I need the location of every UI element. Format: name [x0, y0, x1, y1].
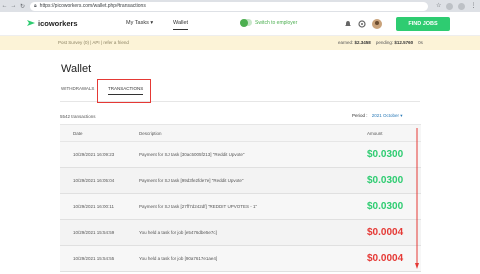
period-selector[interactable]: Period : 2021 October ▾ [352, 113, 403, 119]
url-text: https://picoworkers.com/wallet.php#trans… [39, 3, 146, 9]
find-jobs-button[interactable]: FIND JOBS [396, 17, 450, 31]
app-header: icoworkers My Tasks ▾ Wallet Switch to e… [0, 12, 480, 36]
row-description: You held a task for job [e5476dbe5e7c] [139, 230, 217, 235]
row-date: 10/29/2021 16:05:04 [73, 178, 115, 183]
transactions-table: Date Description Amount 10/29/2021 16:09… [60, 124, 421, 272]
bell-icon[interactable] [344, 20, 352, 28]
row-date: 10/29/2021 15:54:59 [73, 230, 115, 235]
row-amount: $0.0300 [367, 201, 404, 212]
table-row: 10/29/2021 15:54:59 You held a task for j… [60, 220, 421, 246]
page-title: Wallet [61, 63, 92, 75]
table-row: 10/29/2021 15:54:55 You held a task for j… [60, 246, 421, 272]
reload-icon[interactable]: ↻ [18, 2, 27, 11]
row-date: 10/29/2021 16:00:11 [73, 204, 114, 209]
header-amount: Amount [367, 131, 383, 136]
info-links[interactable]: Post Survey (0) | API | refer a friend [58, 40, 129, 45]
row-description: You held a task for job [90a7617e1ae4] [139, 256, 218, 261]
info-bar: Post Survey (0) | API | refer a friend e… [0, 36, 480, 50]
row-date: 10/29/2021 16:09:23 [73, 152, 115, 157]
logo-icon [27, 20, 35, 26]
forward-icon[interactable]: → [9, 2, 18, 11]
table-header: Date Description Amount [60, 124, 421, 142]
table-row: 10/29/2021 16:00:11 Payment for SJ task [… [60, 194, 421, 220]
row-description: Payment for SJ task [99d3fe2fde7e] "Redd… [139, 178, 244, 183]
settings-icon[interactable] [358, 20, 366, 28]
earned-label: earned: [338, 40, 354, 45]
row-amount: $0.0300 [367, 175, 404, 186]
menu-dots-icon[interactable]: ⋮ [470, 3, 476, 10]
toggle-switch[interactable] [240, 18, 252, 27]
pending-label: pending: [375, 40, 394, 45]
switch-label: Switch to employer [255, 19, 298, 26]
header-date: Date [73, 131, 83, 136]
table-row: 10/29/2021 16:09:23 Payment for SJ task [… [60, 142, 421, 168]
logo[interactable]: icoworkers [26, 18, 78, 28]
earned-value: $2.3458 [354, 40, 371, 45]
row-description: Payment for SJ task [30ac5005f213] "Redd… [139, 152, 245, 157]
balance-summary: earned: $2.3458 pending: $12.5760 0s [338, 40, 423, 45]
nav-my-tasks[interactable]: My Tasks ▾ [126, 20, 153, 26]
profile-icon[interactable] [458, 2, 466, 10]
back-icon[interactable]: ← [0, 2, 9, 11]
annotation-highlight-box [97, 79, 151, 103]
browser-toolbar: ← → ↻ 🔒︎ https://picoworkers.com/wallet.… [0, 0, 480, 12]
period-label: Period : [352, 113, 368, 118]
logo-text: icoworkers [38, 18, 78, 28]
row-amount: $0.0004 [367, 253, 404, 264]
tab-withdrawals[interactable]: WITHDRAWALS [61, 86, 94, 91]
period-value[interactable]: 2021 October ▾ [372, 113, 403, 118]
header-description: Description [139, 131, 162, 136]
table-row: 10/29/2021 16:05:04 Payment for SJ task [… [60, 168, 421, 194]
address-bar[interactable]: 🔒︎ https://picoworkers.com/wallet.php#tr… [30, 1, 428, 11]
lock-icon: 🔒︎ [34, 3, 37, 9]
extension-icon[interactable] [446, 2, 454, 10]
bookmark-star-icon[interactable]: ☆ [436, 3, 441, 10]
row-date: 10/29/2021 15:54:55 [73, 256, 115, 261]
info-tail: 0s [418, 40, 423, 45]
nav-wallet[interactable]: Wallet [173, 20, 189, 30]
row-amount: $0.0300 [367, 149, 404, 160]
employer-switch[interactable]: Switch to employer [240, 18, 298, 27]
transaction-count: 5542 transactions [60, 114, 96, 119]
row-amount: $0.0004 [367, 227, 404, 238]
avatar[interactable] [372, 19, 382, 29]
row-description: Payment for SJ task [27ff7d242df] "REDDI… [139, 204, 258, 209]
annotation-arrow [415, 128, 419, 269]
pending-value: $12.5760 [394, 40, 414, 45]
